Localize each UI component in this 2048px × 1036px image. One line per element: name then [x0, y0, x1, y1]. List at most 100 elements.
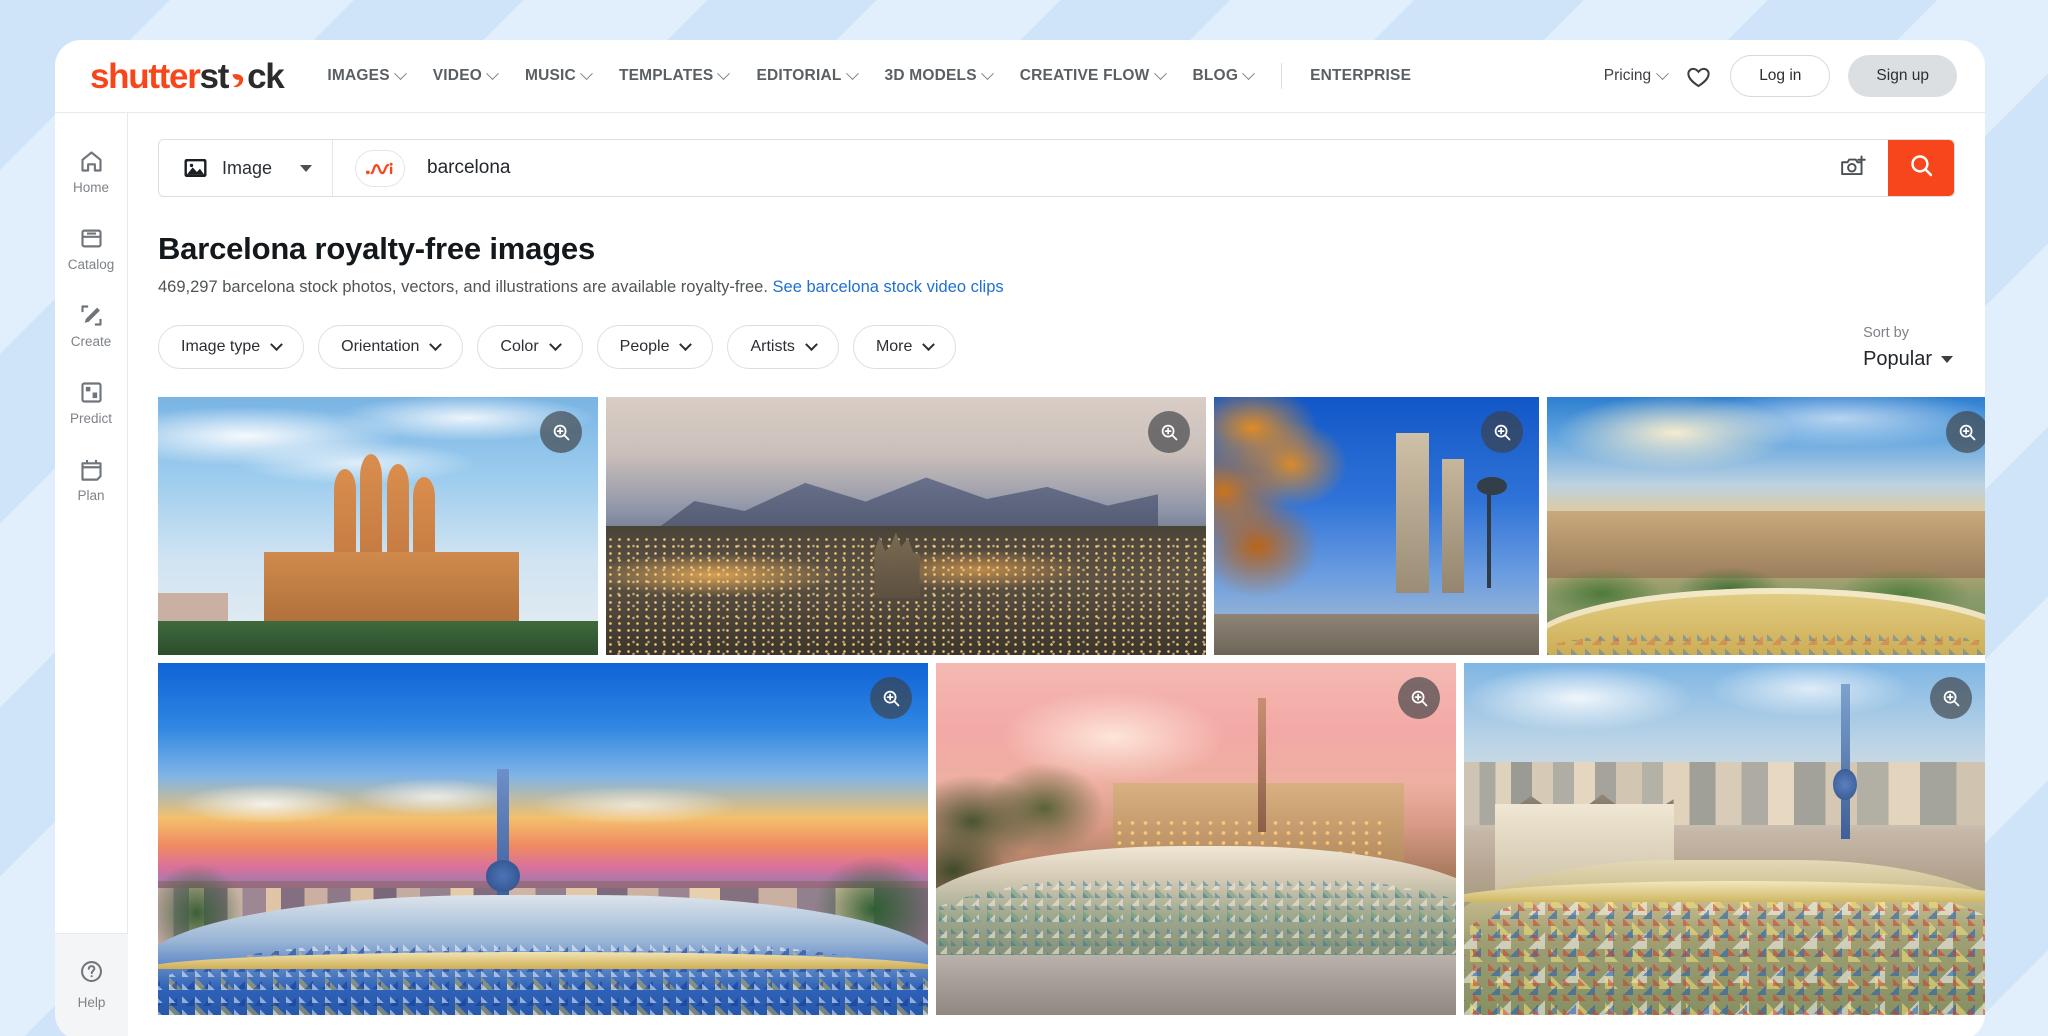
image-result-tile[interactable] [1214, 397, 1539, 655]
grid-row [158, 397, 1985, 655]
ai-search-badge[interactable] [355, 149, 406, 187]
sidebar-item-catalog[interactable]: Catalog [55, 212, 128, 289]
image-result-tile[interactable] [606, 397, 1206, 655]
predict-icon [78, 379, 105, 406]
chevron-down-icon [717, 66, 731, 80]
search-input[interactable]: barcelona [405, 140, 1820, 196]
sidebar-item-help[interactable]: Help [55, 933, 128, 1036]
filter-label: Artists [750, 338, 795, 355]
filter-label: Image type [181, 338, 261, 355]
search-type-label: Image [222, 157, 273, 178]
nav-item-blog[interactable]: BLOG [1179, 59, 1268, 93]
caret-down-icon [300, 164, 313, 172]
chevron-down-icon [486, 66, 499, 80]
search-type-selector[interactable]: Image [159, 140, 334, 196]
search-bar: Image barcelona [158, 139, 1955, 197]
sidebar-item-label: Help [77, 995, 106, 1010]
search-button[interactable] [1888, 140, 1954, 196]
nav-item-music[interactable]: MUSIC [511, 59, 605, 93]
image-result-tile[interactable] [1547, 397, 1985, 655]
zoom-preview-button[interactable] [1398, 677, 1440, 719]
nav-item-creative-flow[interactable]: CREATIVE FLOW [1006, 59, 1179, 93]
pricing-menu[interactable]: Pricing [1603, 66, 1670, 85]
login-button[interactable]: Log in [1730, 55, 1831, 97]
logo-text-st: st [199, 56, 230, 96]
magnifier-plus-icon [1161, 424, 1177, 440]
sidebar-item-predict[interactable]: Predict [55, 366, 128, 443]
signup-button[interactable]: Sign up [1848, 55, 1957, 97]
nav-label: BLOG [1192, 67, 1239, 84]
zoom-preview-button[interactable] [540, 411, 582, 453]
thumbnail-park-guell-overview [1547, 397, 1985, 655]
filter-label: People [619, 338, 670, 355]
filter-people[interactable]: People [596, 325, 714, 369]
nav-divider [1281, 63, 1283, 89]
zoom-preview-button[interactable] [870, 677, 912, 719]
image-result-tile[interactable] [158, 663, 928, 1015]
nav-item-video[interactable]: VIDEO [419, 59, 511, 93]
browser-window: shutter st ck IMAGES VIDEO MUSIC TEMPLATES… [55, 40, 1985, 1036]
image-result-tile[interactable] [936, 663, 1456, 1015]
sidebar-item-plan[interactable]: Plan [55, 443, 128, 520]
chevron-down-icon [805, 337, 818, 351]
filter-artists[interactable]: Artists [727, 325, 839, 369]
header-actions: Pricing Log in Sign up [1604, 55, 1957, 97]
chevron-down-icon [1242, 66, 1255, 80]
nav-item-enterprise[interactable]: ENTERPRISE [1296, 59, 1425, 93]
nav-item-templates[interactable]: TEMPLATES [605, 59, 743, 93]
filter-color[interactable]: Color [477, 325, 583, 369]
zoom-preview-button[interactable] [1946, 411, 1985, 453]
thumbnail-park-guell-pink-sunrise [936, 663, 1456, 1015]
pricing-label: Pricing [1603, 67, 1652, 84]
video-clips-link[interactable]: See barcelona stock video clips [773, 278, 1004, 296]
nav-label: MUSIC [525, 67, 576, 84]
camera-plus-icon [1840, 154, 1868, 183]
zoom-preview-button[interactable] [1148, 411, 1190, 453]
nav-item-3d-models[interactable]: 3D MODELS [871, 59, 1006, 93]
plan-icon [78, 456, 105, 483]
chevron-down-icon [922, 337, 936, 351]
nav-label: CREATIVE FLOW [1019, 67, 1150, 84]
chevron-down-icon [845, 66, 859, 80]
magnifier-plus-icon [1959, 424, 1975, 440]
main-nav: IMAGES VIDEO MUSIC TEMPLATES EDITORIAL 3… [313, 59, 1425, 93]
filter-orientation[interactable]: Orientation [318, 325, 464, 369]
chevron-down-icon [679, 337, 693, 351]
help-circle-icon [78, 958, 105, 990]
chevron-down-icon [1153, 66, 1167, 80]
app-body: Home Catalog Create Predict Plan Help Im… [55, 112, 1985, 1036]
chevron-down-icon [393, 66, 407, 80]
filter-label: Color [500, 338, 539, 355]
sidebar-item-create[interactable]: Create [55, 289, 128, 366]
zoom-preview-button[interactable] [1930, 677, 1972, 719]
filter-pills: Image type Orientation Color People Arti… [158, 325, 957, 369]
thumbnail-sagrada-familia-blue-sky [158, 397, 598, 655]
nav-label: VIDEO [432, 67, 482, 84]
chevron-down-icon [980, 66, 994, 80]
nav-label: 3D MODELS [884, 67, 977, 84]
sort-dropdown[interactable]: Popular [1863, 348, 1953, 371]
left-sidebar: Home Catalog Create Predict Plan Help [55, 112, 128, 1036]
filter-bar: Image type Orientation Color People Arti… [158, 325, 1955, 371]
nav-item-editorial[interactable]: EDITORIAL [742, 59, 870, 93]
magnifier-plus-icon [1411, 690, 1427, 706]
sidebar-item-home[interactable]: Home [55, 135, 128, 212]
home-icon [78, 148, 105, 175]
nav-item-images[interactable]: IMAGES [313, 59, 418, 93]
logo-text-ck: ck [247, 56, 285, 96]
image-result-tile[interactable] [1464, 663, 1985, 1015]
sort-control: Sort by Popular [1863, 325, 1955, 371]
reverse-image-search-button[interactable] [1820, 140, 1888, 196]
heart-icon[interactable] [1685, 63, 1712, 90]
nav-label: EDITORIAL [756, 67, 842, 84]
filter-more[interactable]: More [852, 325, 957, 369]
create-icon [78, 302, 105, 329]
filter-image-type[interactable]: Image type [158, 325, 305, 369]
thumbnail-park-guell-sunset-panorama [158, 663, 928, 1015]
magnifier-plus-icon [1943, 690, 1959, 706]
photo-icon [183, 157, 208, 179]
image-result-tile[interactable] [158, 397, 598, 655]
chevron-down-icon [580, 66, 593, 80]
zoom-preview-button[interactable] [1481, 411, 1523, 453]
shutterstock-logo[interactable]: shutter st ck [90, 56, 285, 96]
